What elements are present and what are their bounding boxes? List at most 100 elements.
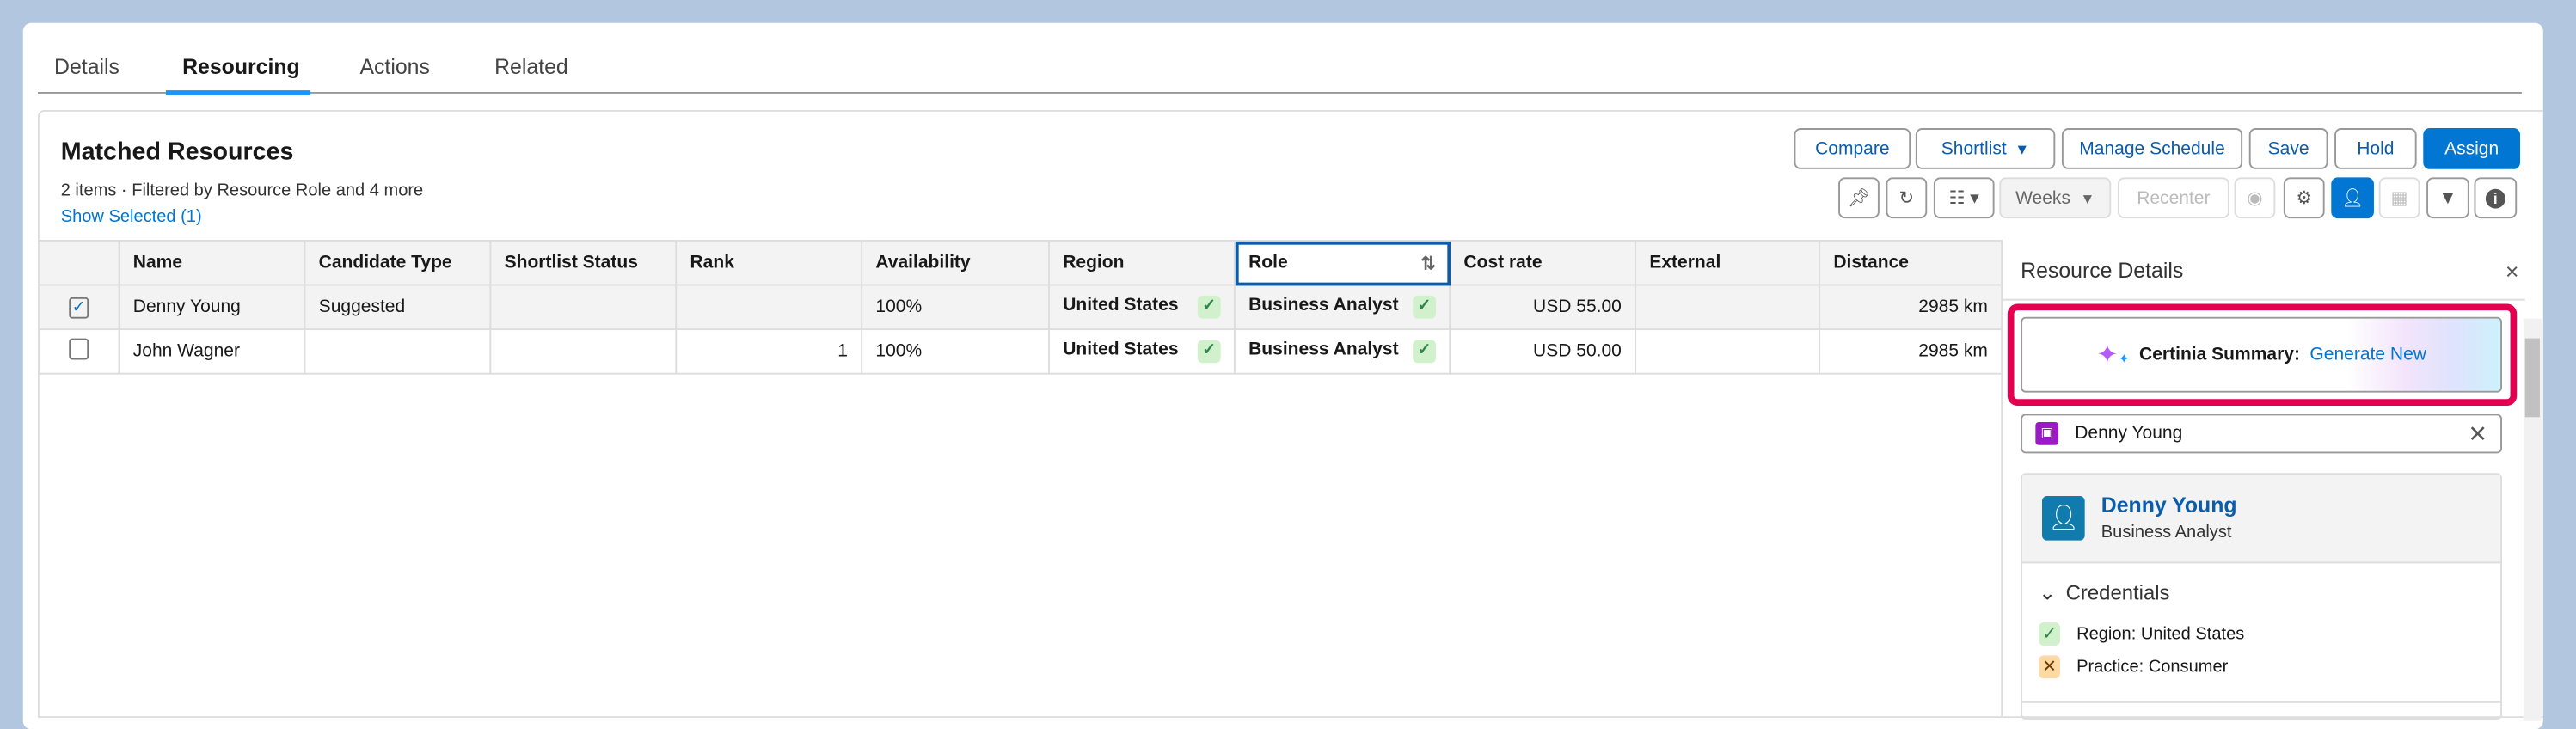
rank-cell [675, 284, 863, 331]
column-header[interactable]: Region [1048, 239, 1236, 286]
shortlist-button[interactable]: Shortlist ▼ [1915, 128, 2056, 169]
filter-icon: ▼ [2438, 187, 2457, 208]
external-cell [1635, 284, 1821, 331]
candidate-type-cell: Suggested [304, 284, 492, 331]
table-row[interactable]: John Wagner 1 100% United States ✓ Busine… [37, 328, 2003, 375]
filter-button[interactable]: ▼ [2426, 177, 2469, 219]
shortlist-status-cell [489, 328, 678, 375]
page-title: Matched Resources [60, 138, 294, 166]
refresh-icon: ↻ [1898, 188, 1915, 209]
certinia-summary-box: ✦✦ Certinia Summary: Generate New [2021, 316, 2502, 393]
region-cell: United States [1063, 340, 1179, 360]
refresh-button[interactable]: ↻ [1886, 177, 1928, 219]
availability-cell: 100% [861, 328, 1050, 375]
credentials-toggle[interactable]: ⌄ Credentials [2039, 579, 2169, 604]
pin-icon: 📌︎ [1847, 188, 1871, 209]
row-checkbox[interactable] [69, 338, 89, 360]
hold-button[interactable]: Hold [2334, 128, 2417, 169]
column-header[interactable]: Availability [861, 239, 1050, 286]
panel-title: Resource Details [2021, 257, 2184, 283]
cost-rate-cell: USD 55.00 [1449, 284, 1637, 331]
credential-label: Region: United States [2076, 624, 2245, 644]
caret-down-icon: ▼ [2015, 140, 2030, 157]
resources-table: Name Candidate Type Shortlist Status Ran… [37, 239, 2003, 375]
panel-divider [2003, 298, 2525, 301]
name-cell: John Wagner [118, 328, 306, 375]
distance-cell: 2985 km [1819, 328, 2003, 375]
show-selected-link[interactable]: Show Selected (1) [61, 207, 202, 227]
panel-scrollbar[interactable] [2523, 318, 2542, 721]
column-header[interactable]: Cost rate [1449, 239, 1637, 286]
check-icon: ✓ [1413, 340, 1436, 364]
tab-related[interactable]: Related [494, 54, 568, 79]
manage-schedule-button[interactable]: Manage Schedule [2061, 128, 2243, 169]
name-cell: Denny Young [118, 284, 306, 331]
candidate-type-cell [304, 328, 492, 375]
role-header-label: Role [1248, 252, 1288, 273]
caret-down-icon: ▼ [2080, 189, 2095, 206]
recenter-button[interactable]: Recenter [2117, 177, 2229, 219]
role-cell: Business Analyst [1248, 340, 1399, 360]
resource-details-button[interactable]: 👤︎ [2331, 177, 2374, 219]
column-header[interactable]: Rank [675, 239, 863, 286]
scrollbar-thumb[interactable] [2524, 338, 2540, 418]
sort-icon[interactable]: ⇅ [1420, 252, 1436, 273]
credential-item: ✕ Practice: Consumer [2039, 655, 2228, 679]
tab-resourcing[interactable]: Resourcing [182, 54, 300, 79]
column-header[interactable]: Name [118, 239, 306, 286]
shortlist-label: Shortlist [1941, 138, 2007, 159]
visibility-button[interactable]: ◉ [2234, 177, 2276, 219]
sparkle-icon: ✦✦ [2096, 341, 2130, 370]
column-header[interactable]: Shortlist Status [489, 239, 678, 286]
pin-button[interactable]: 📌︎ [1838, 177, 1880, 219]
gear-icon: ⚙ [2296, 188, 2313, 209]
tab-details[interactable]: Details [54, 54, 120, 79]
column-header[interactable]: Distance [1819, 239, 2003, 286]
save-button[interactable]: Save [2248, 128, 2328, 169]
compare-button[interactable]: Compare [1794, 128, 1911, 169]
weeks-label: Weeks [2015, 187, 2070, 208]
availability-cell: 100% [861, 284, 1050, 331]
summary-label: Certinia Summary: [2139, 345, 2300, 365]
row-checkbox[interactable]: ✓ [69, 296, 89, 318]
distance-cell: 2985 km [1819, 284, 2003, 331]
external-cell [1635, 328, 1821, 375]
credentials-title: Credentials [2065, 581, 2170, 605]
eye-icon: ◉ [2247, 188, 2263, 209]
weeks-select[interactable]: Weeks ▼ [1999, 177, 2112, 219]
info-icon: i [2485, 187, 2505, 208]
region-cell: United States [1063, 295, 1179, 315]
layout-button[interactable]: ▦ [2378, 177, 2420, 219]
active-tab-indicator [165, 90, 311, 95]
check-icon: ✓ [1197, 340, 1221, 364]
assign-button[interactable]: Assign [2423, 128, 2521, 169]
resource-card-header: 👤︎ Denny Young Business Analyst [2022, 475, 2501, 564]
list-view-button[interactable]: ☷ ▾ [1933, 177, 1995, 219]
select-column-header [37, 239, 120, 286]
table-header-row: Name Candidate Type Shortlist Status Ran… [37, 239, 2003, 286]
generate-new-link[interactable]: Generate New [2309, 345, 2426, 364]
role-cell: Business Analyst [1248, 295, 1399, 315]
tab-divider [37, 91, 2522, 94]
cross-icon: ✕ [2039, 655, 2061, 679]
remove-icon[interactable]: ✕ [2468, 420, 2487, 447]
cost-rate-cell: USD 50.00 [1449, 328, 1637, 375]
close-panel-icon[interactable]: × [2505, 258, 2519, 285]
settings-button[interactable]: ⚙ [2283, 177, 2325, 219]
info-button[interactable]: i [2474, 177, 2518, 219]
chevron-down-icon: ⌄ [2039, 581, 2057, 605]
credential-item: ✓ Region: United States [2039, 622, 2244, 646]
card-divider [2022, 701, 2501, 703]
contact-card-icon: ▣ [2035, 422, 2059, 445]
column-header[interactable]: External [1635, 239, 1821, 286]
column-header[interactable]: Candidate Type [304, 239, 492, 286]
check-icon: ✓ [2039, 622, 2061, 646]
resource-card: 👤︎ Denny Young Business Analyst ⌄ Credent… [2021, 473, 2502, 720]
rank-cell: 1 [675, 328, 863, 375]
table-row[interactable]: ✓ Denny Young Suggested 100% United Stat… [37, 284, 2003, 331]
shortlist-status-cell [489, 284, 678, 331]
tab-actions[interactable]: Actions [359, 54, 429, 79]
selected-resource-pill[interactable]: ▣ Denny Young ✕ [2021, 414, 2502, 454]
resource-name-link[interactable]: Denny Young [2101, 493, 2237, 518]
column-header-role[interactable]: Role ⇅ [1233, 239, 1451, 286]
